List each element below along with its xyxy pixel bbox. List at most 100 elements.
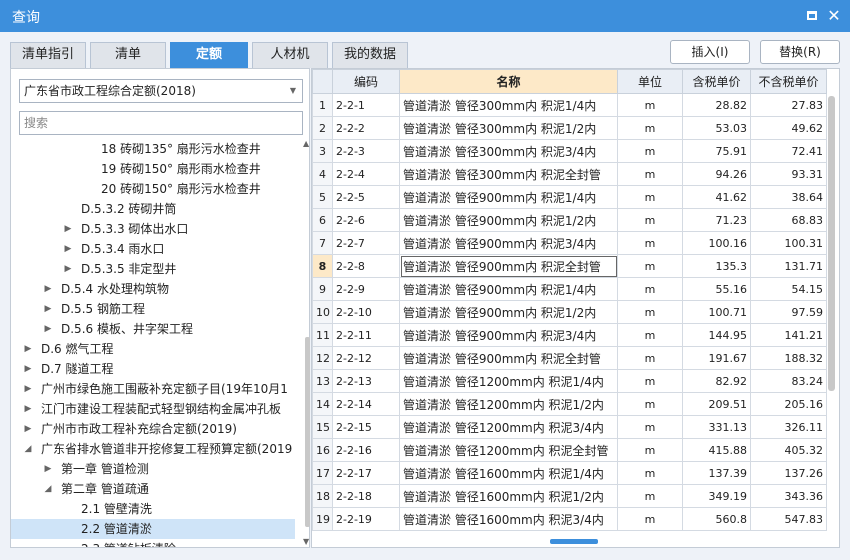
cell-unit[interactable]: m	[617, 507, 683, 531]
table-row[interactable]: 17 2-2-17 管道清淤 管径1600mm内 积泥1/4内 m 137.39 137.…	[312, 461, 827, 485]
cell-tax-price[interactable]: 100.71	[682, 300, 751, 324]
row-number[interactable]: 14	[312, 392, 333, 416]
tree-item[interactable]: ▶ 江门市建设工程装配式轻型钢结构金属冲孔板	[11, 399, 295, 419]
row-number[interactable]: 2	[312, 116, 333, 140]
tree-item[interactable]: ▶ D.5.3.4 雨水口	[11, 239, 295, 259]
cell-unit[interactable]: m	[617, 392, 683, 416]
cell-notax-price[interactable]: 93.31	[750, 162, 827, 186]
header-name[interactable]: 名称	[399, 69, 618, 94]
cell-tax-price[interactable]: 560.8	[682, 507, 751, 531]
row-number[interactable]: 8	[312, 254, 333, 278]
table-row[interactable]: 7 2-2-7 管道清淤 管径900mm内 积泥3/4内 m 100.16 100.31	[312, 231, 827, 255]
cell-notax-price[interactable]: 131.71	[750, 254, 827, 278]
cell-tax-price[interactable]: 71.23	[682, 208, 751, 232]
cell-name[interactable]: 管道清淤 管径900mm内 积泥全封管	[399, 254, 618, 278]
expand-arrow-icon[interactable]: ▶	[23, 419, 33, 439]
cell-unit[interactable]: m	[617, 139, 683, 163]
tab-bill[interactable]: 清单	[90, 42, 166, 68]
cell-unit[interactable]: m	[617, 116, 683, 140]
tree-item[interactable]: ▶ D.5.5 钢筋工程	[11, 299, 295, 319]
table-vertical-scrollbar[interactable]	[826, 93, 838, 533]
tree-scrollbar[interactable]: ▲ ▼	[303, 139, 310, 546]
cell-unit[interactable]: m	[617, 323, 683, 347]
table-horizontal-scrollbar[interactable]	[312, 536, 826, 546]
tree-item[interactable]: ◢ 第二章 管道疏通	[11, 479, 295, 499]
cell-notax-price[interactable]: 100.31	[750, 231, 827, 255]
cell-code[interactable]: 2-2-15	[332, 415, 400, 439]
expand-arrow-icon[interactable]: ▶	[43, 319, 53, 339]
tree-item[interactable]: ▶ D.7 隧道工程	[11, 359, 295, 379]
tree-item[interactable]: ▶ D.6 燃气工程	[11, 339, 295, 359]
cell-name[interactable]: 管道清淤 管径300mm内 积泥全封管	[399, 162, 618, 186]
cell-name[interactable]: 管道清淤 管径300mm内 积泥1/4内	[399, 93, 618, 117]
row-number[interactable]: 9	[312, 277, 333, 301]
cell-name[interactable]: 管道清淤 管径1600mm内 积泥1/4内	[399, 461, 618, 485]
cell-notax-price[interactable]: 54.15	[750, 277, 827, 301]
expand-arrow-icon[interactable]: ▶	[43, 299, 53, 319]
tree-scrollbar-thumb[interactable]	[305, 337, 310, 527]
cell-unit[interactable]: m	[617, 254, 683, 278]
cell-tax-price[interactable]: 135.3	[682, 254, 751, 278]
cell-name[interactable]: 管道清淤 管径900mm内 积泥3/4内	[399, 231, 618, 255]
row-number[interactable]: 15	[312, 415, 333, 439]
tree-item[interactable]: ▶ D.5.6 模板、井字架工程	[11, 319, 295, 339]
cell-name[interactable]: 管道清淤 管径1200mm内 积泥全封管	[399, 438, 618, 462]
row-number[interactable]: 17	[312, 461, 333, 485]
row-number[interactable]: 5	[312, 185, 333, 209]
cell-code[interactable]: 2-2-9	[332, 277, 400, 301]
tree-item[interactable]: 2.3 管道钻板清除	[11, 539, 295, 547]
tab-quota[interactable]: 定额	[170, 42, 248, 68]
cell-notax-price[interactable]: 141.21	[750, 323, 827, 347]
tree-item[interactable]: ▶ D.5.4 水处理构筑物	[11, 279, 295, 299]
expand-arrow-icon[interactable]: ▶	[63, 219, 73, 239]
cell-notax-price[interactable]: 27.83	[750, 93, 827, 117]
cell-name[interactable]: 管道清淤 管径300mm内 积泥1/2内	[399, 116, 618, 140]
cell-unit[interactable]: m	[617, 438, 683, 462]
cell-tax-price[interactable]: 53.03	[682, 116, 751, 140]
cell-tax-price[interactable]: 82.92	[682, 369, 751, 393]
table-row[interactable]: 18 2-2-18 管道清淤 管径1600mm内 积泥1/2内 m 349.19 343.…	[312, 484, 827, 508]
tree-item-selected[interactable]: 2.2 管道清淤	[11, 519, 295, 539]
cell-notax-price[interactable]: 68.83	[750, 208, 827, 232]
cell-code[interactable]: 2-2-3	[332, 139, 400, 163]
header-tax-price[interactable]: 含税单价	[682, 69, 751, 94]
cell-code[interactable]: 2-2-13	[332, 369, 400, 393]
collapse-arrow-icon[interactable]: ◢	[23, 439, 33, 459]
table-row[interactable]: 12 2-2-12 管道清淤 管径900mm内 积泥全封管 m 191.67 188.32	[312, 346, 827, 370]
cell-tax-price[interactable]: 100.16	[682, 231, 751, 255]
cell-tax-price[interactable]: 144.95	[682, 323, 751, 347]
table-row[interactable]: 4 2-2-4 管道清淤 管径300mm内 积泥全封管 m 94.26 93.31	[312, 162, 827, 186]
cell-notax-price[interactable]: 137.26	[750, 461, 827, 485]
cell-tax-price[interactable]: 415.88	[682, 438, 751, 462]
cell-code[interactable]: 2-2-8	[332, 254, 400, 278]
cell-tax-price[interactable]: 41.62	[682, 185, 751, 209]
cell-tax-price[interactable]: 349.19	[682, 484, 751, 508]
row-number[interactable]: 16	[312, 438, 333, 462]
table-row[interactable]: 14 2-2-14 管道清淤 管径1200mm内 积泥1/2内 m 209.51 205.…	[312, 392, 827, 416]
cell-unit[interactable]: m	[617, 162, 683, 186]
header-unit[interactable]: 单位	[617, 69, 683, 94]
expand-arrow-icon[interactable]: ▶	[23, 399, 33, 419]
table-row[interactable]: 9 2-2-9 管道清淤 管径900mm内 积泥1/4内 m 55.16 54.15	[312, 277, 827, 301]
table-row[interactable]: 19 2-2-19 管道清淤 管径1600mm内 积泥3/4内 m 560.8 547.8…	[312, 507, 827, 531]
tree-item[interactable]: ▶ 广州市市政工程补充综合定额(2019)	[11, 419, 295, 439]
cell-notax-price[interactable]: 205.16	[750, 392, 827, 416]
cell-name[interactable]: 管道清淤 管径900mm内 积泥3/4内	[399, 323, 618, 347]
tree-item[interactable]: ◢ 广东省排水管道非开挖修复工程预算定额(2019	[11, 439, 295, 459]
expand-arrow-icon[interactable]: ▶	[23, 359, 33, 379]
expand-arrow-icon[interactable]: ▶	[23, 379, 33, 399]
tab-labor-material-machine[interactable]: 人材机	[252, 42, 328, 68]
table-row[interactable]: 10 2-2-10 管道清淤 管径900mm内 积泥1/2内 m 100.71 97.59	[312, 300, 827, 324]
tree-item[interactable]: ▶ 第一章 管道检测	[11, 459, 295, 479]
cell-unit[interactable]: m	[617, 484, 683, 508]
table-row[interactable]: 3 2-2-3 管道清淤 管径300mm内 积泥3/4内 m 75.91 72.41	[312, 139, 827, 163]
tree-item[interactable]: 20 砖砌150° 扇形污水检查井	[11, 179, 295, 199]
tab-my-data[interactable]: 我的数据	[332, 42, 408, 68]
row-number[interactable]: 7	[312, 231, 333, 255]
cell-tax-price[interactable]: 94.26	[682, 162, 751, 186]
cell-unit[interactable]: m	[617, 277, 683, 301]
scroll-up-icon[interactable]: ▲	[303, 139, 309, 148]
cell-tax-price[interactable]: 75.91	[682, 139, 751, 163]
cell-code[interactable]: 2-2-17	[332, 461, 400, 485]
expand-arrow-icon[interactable]: ▶	[23, 339, 33, 359]
